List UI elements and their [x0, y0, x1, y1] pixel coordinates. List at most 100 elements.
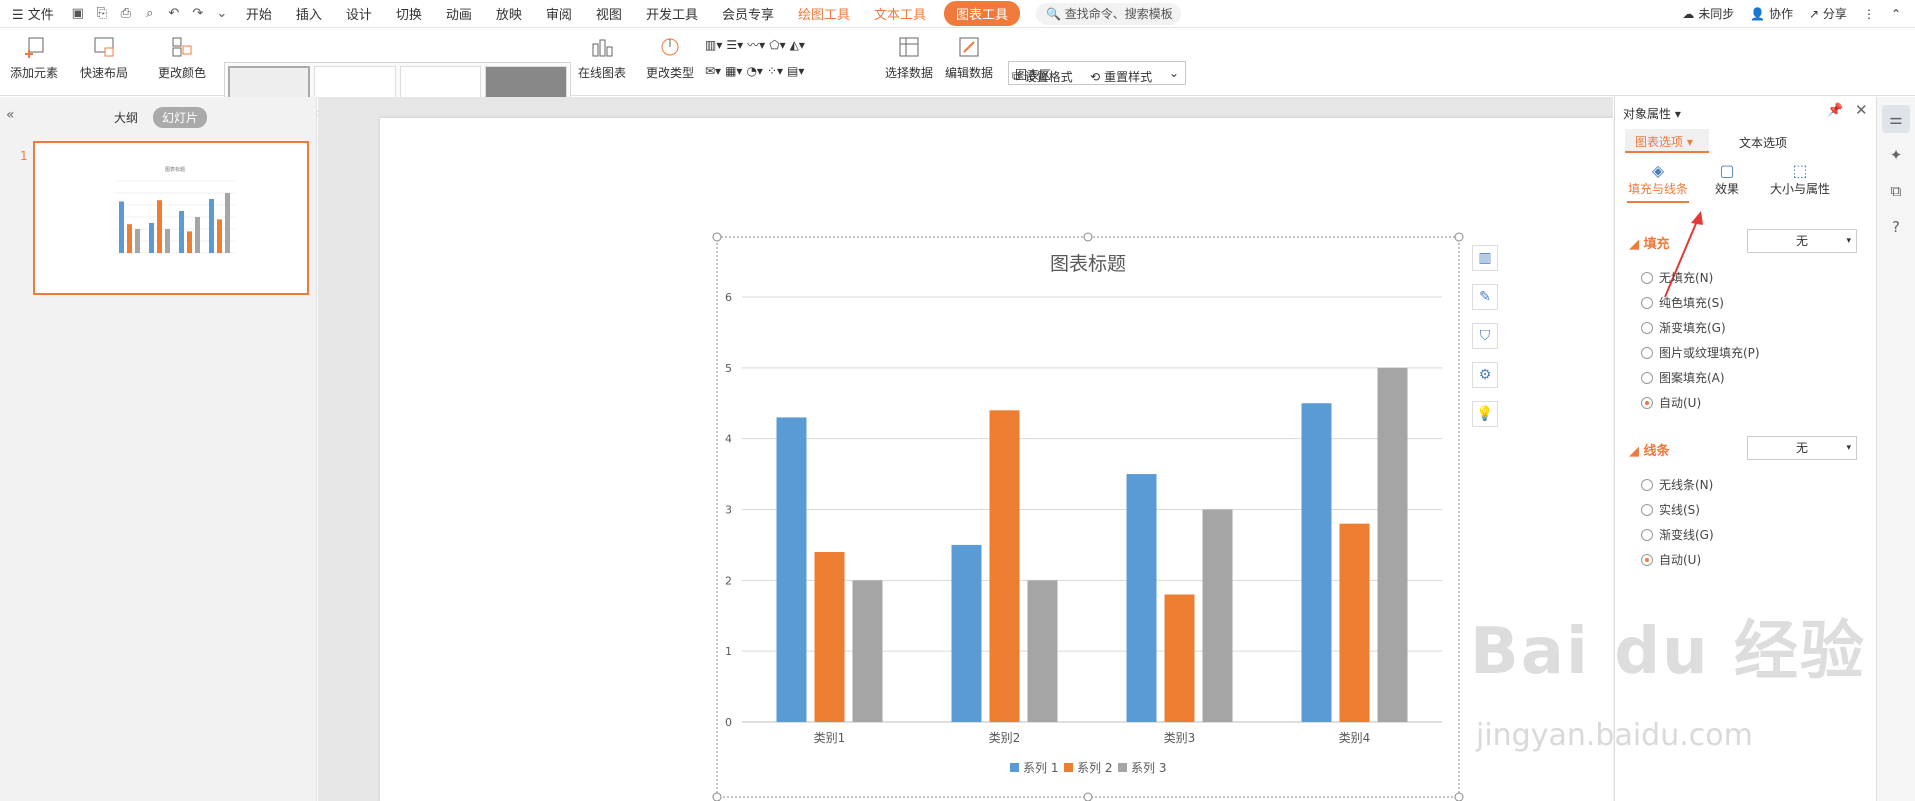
legend-swatch — [1010, 763, 1019, 772]
tab-chart-options-label: 图表选项 — [1635, 135, 1684, 149]
fill-select[interactable]: 无 ▾ — [1747, 229, 1857, 253]
bar-1-4[interactable] — [1301, 403, 1332, 722]
bar-1-2[interactable] — [951, 544, 982, 722]
y-tick-label: 2 — [725, 574, 732, 587]
y-tick-label: 4 — [725, 433, 732, 446]
chart-filter-button[interactable]: ⛉ — [1472, 323, 1498, 349]
bar-1-1[interactable] — [776, 417, 807, 722]
x-tick-label: 类别3 — [1164, 731, 1196, 745]
bar-2-1[interactable] — [814, 552, 845, 722]
tab-text-options[interactable]: 文本选项 — [1739, 134, 1787, 151]
line-select[interactable]: 无 ▾ — [1747, 436, 1857, 460]
subtab-fill-line[interactable]: ◈ 填充与线条 — [1627, 161, 1689, 203]
x-tick-label: 类别4 — [1339, 731, 1371, 745]
fill-option-solid-label: 纯色填充(S) — [1659, 296, 1724, 310]
subtab-effect[interactable]: ▢ 效果 — [1705, 161, 1749, 197]
line-option-solid[interactable]: 实线(S) — [1641, 501, 1700, 518]
help-sidebar-icon[interactable]: ? — [1882, 213, 1910, 241]
resize-handle[interactable] — [712, 232, 722, 242]
legend-swatch — [1118, 763, 1127, 772]
fill-option-none[interactable]: 无填充(N) — [1641, 269, 1713, 286]
y-tick-label: 5 — [725, 362, 732, 375]
fill-option-auto[interactable]: 自动(U) — [1641, 394, 1701, 411]
bar-3-1[interactable] — [852, 580, 883, 722]
y-axis-ticks: 0 1 2 3 4 5 6 — [725, 291, 732, 729]
transition-sidebar-icon[interactable]: ⧉ — [1882, 177, 1910, 205]
chart-title[interactable]: 图表标题 — [1050, 253, 1126, 275]
legend-label: 系列 1 — [1023, 761, 1058, 775]
gear-icon: ⚙ — [1478, 367, 1492, 383]
right-sidebar: ⚌ ✦ ⧉ ? — [1876, 97, 1915, 801]
bar-1-3[interactable] — [1126, 474, 1157, 722]
y-tick-label: 3 — [725, 504, 732, 517]
line-option-auto[interactable]: 自动(U) — [1641, 551, 1701, 568]
resize-handle[interactable] — [1083, 792, 1093, 801]
legend-swatch — [1064, 763, 1073, 772]
radio-fill-picture[interactable] — [1641, 346, 1653, 359]
chart-elements-button[interactable]: ▥ — [1472, 245, 1498, 271]
line-option-none-label: 无线条(N) — [1659, 478, 1714, 492]
subtab-size[interactable]: ⬚ 大小与属性 — [1765, 161, 1835, 197]
fill-section-header[interactable]: ◢ 填充 — [1629, 233, 1670, 252]
radio-fill-gradient[interactable] — [1641, 321, 1653, 334]
x-tick-label: 类别2 — [989, 731, 1021, 745]
chevron-down-icon: ▾ — [1846, 443, 1851, 453]
fill-option-pattern-label: 图案填充(A) — [1659, 371, 1725, 385]
resize-handle[interactable] — [712, 792, 722, 801]
line-section-label: 线条 — [1643, 444, 1670, 459]
line-option-none[interactable]: 无线条(N) — [1641, 476, 1713, 493]
chart-elements-icon: ▥ — [1478, 250, 1492, 266]
y-tick-label: 1 — [725, 645, 732, 658]
radio-line-auto[interactable] — [1641, 553, 1653, 566]
radio-fill-none[interactable] — [1641, 271, 1653, 284]
legend-label: 系列 3 — [1131, 761, 1166, 775]
bar-2-3[interactable] — [1164, 594, 1195, 723]
radio-line-gradient[interactable] — [1641, 528, 1653, 541]
radio-line-solid[interactable] — [1641, 503, 1653, 516]
bar-2-2[interactable] — [989, 410, 1020, 722]
chart-settings-button[interactable]: ⚙ — [1472, 362, 1498, 388]
line-section-header[interactable]: ◢ 线条 — [1629, 440, 1670, 459]
fill-option-gradient[interactable]: 渐变填充(G) — [1641, 319, 1726, 336]
chart-tips-button[interactable]: 💡 — [1472, 401, 1498, 427]
lightbulb-icon: 💡 — [1476, 406, 1494, 422]
properties-panel: 对象属性 ▾ 📌 ✕ 图表选项 ▾ 文本选项 ◈ 填充与线条 ▢ 效果 ⬚ 大小… — [1614, 97, 1876, 801]
fill-option-none-label: 无填充(N) — [1659, 271, 1714, 285]
line-option-gradient[interactable]: 渐变线(G) — [1641, 526, 1714, 543]
tab-chart-options[interactable]: 图表选项 ▾ — [1625, 129, 1709, 153]
bar-2-4[interactable] — [1339, 523, 1370, 722]
resize-handle[interactable] — [1454, 232, 1464, 242]
fill-select-value: 无 — [1795, 234, 1808, 248]
radio-fill-auto[interactable] — [1641, 396, 1653, 409]
chart-style-button[interactable]: ✎ — [1472, 284, 1498, 310]
pin-icon[interactable]: 📌 — [1827, 103, 1843, 118]
bar-3-4[interactable] — [1377, 367, 1408, 722]
chevron-down-icon: ▾ — [1846, 236, 1851, 246]
radio-fill-solid[interactable] — [1641, 296, 1653, 309]
fill-option-pattern[interactable]: 图案填充(A) — [1641, 369, 1725, 386]
fill-option-auto-label: 自动(U) — [1659, 396, 1702, 410]
fill-bucket-icon: ◈ — [1651, 161, 1665, 180]
panel-title[interactable]: 对象属性 ▾ — [1623, 105, 1681, 122]
size-icon: ⬚ — [1792, 161, 1808, 180]
bars[interactable] — [776, 367, 1408, 723]
fill-option-solid[interactable]: 纯色填充(S) — [1641, 294, 1724, 311]
bar-3-3[interactable] — [1202, 509, 1233, 723]
legend[interactable]: 系列 1 系列 2 系列 3 — [1010, 761, 1166, 775]
fill-section-label: 填充 — [1643, 237, 1670, 252]
watermark-main: Bai du 经验 — [1470, 615, 1866, 689]
subtab-fill-label: 填充与线条 — [1627, 182, 1688, 196]
filter-icon: ⛉ — [1479, 328, 1491, 344]
properties-sidebar-icon[interactable]: ⚌ — [1882, 105, 1910, 133]
resize-handle[interactable] — [1454, 792, 1464, 801]
radio-fill-pattern[interactable] — [1641, 371, 1653, 384]
close-icon[interactable]: ✕ — [1855, 101, 1868, 119]
resize-handle[interactable] — [1083, 232, 1093, 242]
bar-3-2[interactable] — [1027, 580, 1058, 722]
animation-sidebar-icon[interactable]: ✦ — [1882, 141, 1910, 169]
radio-line-none[interactable] — [1641, 478, 1653, 491]
fill-option-picture-label: 图片或纹理填充(P) — [1659, 346, 1760, 360]
red-arrow-annotation — [1664, 211, 1703, 298]
fill-option-picture[interactable]: 图片或纹理填充(P) — [1641, 344, 1760, 361]
subtab-effect-label: 效果 — [1714, 182, 1739, 196]
